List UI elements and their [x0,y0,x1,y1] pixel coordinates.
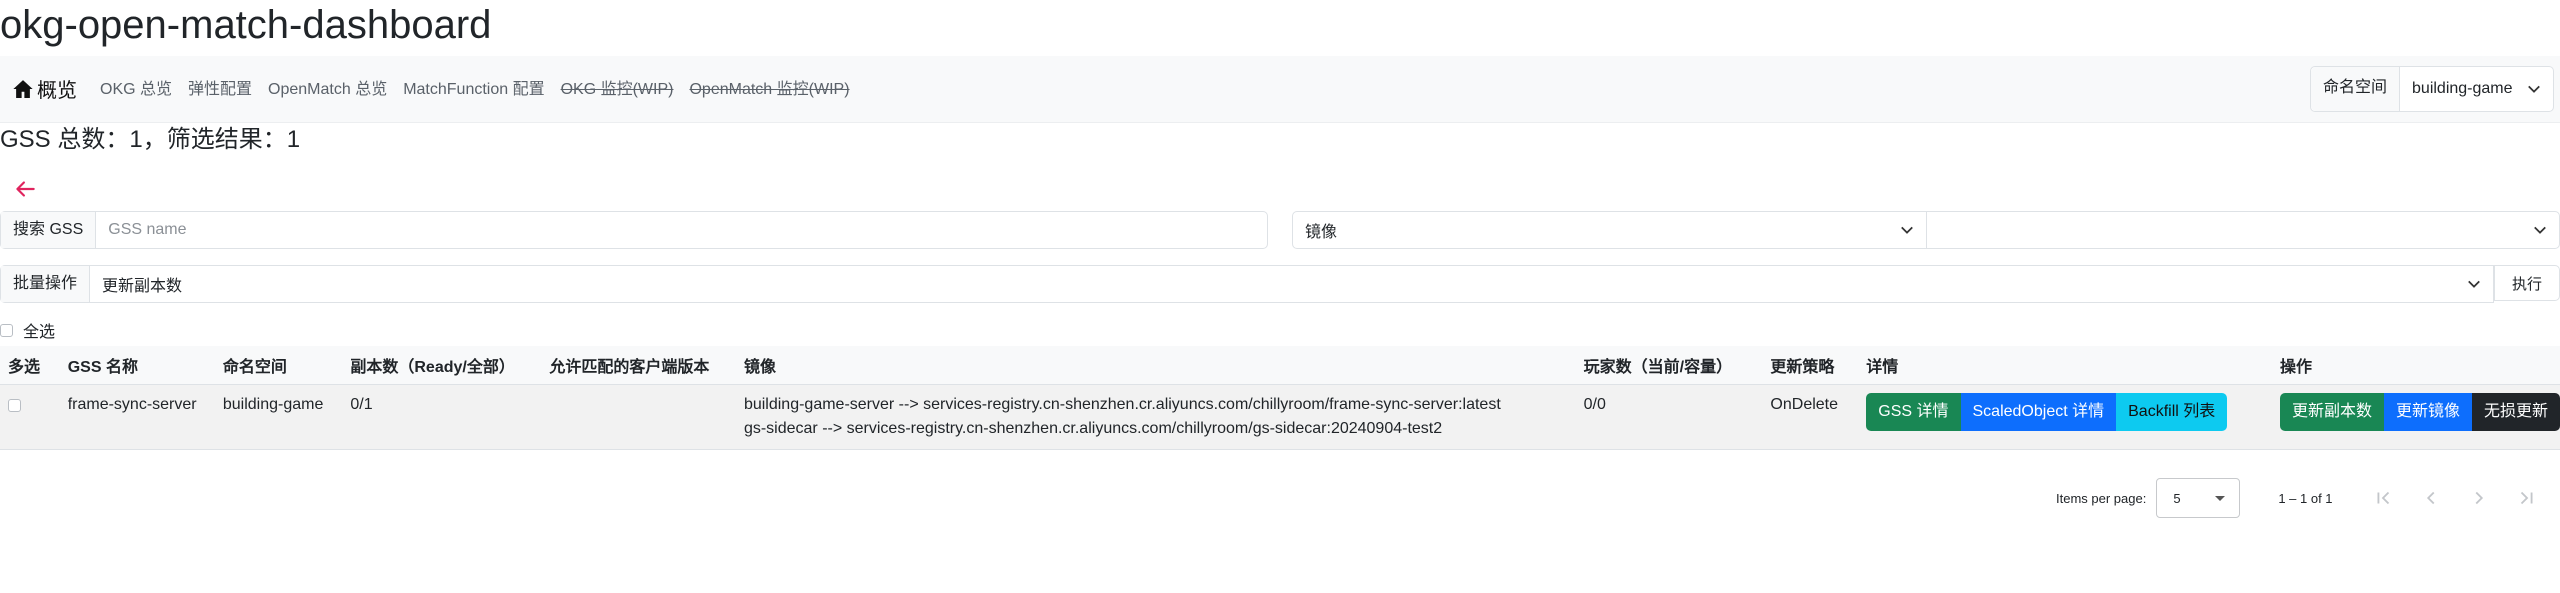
col-gss-name: GSS 名称 [59,346,215,385]
image-line: building-game-server --> services-regist… [743,396,1501,413]
select-all-row: 全选 [0,318,55,342]
nav-links: OKG 总览 弹性配置 OpenMatch 总览 MatchFunction 配… [100,78,866,102]
items-per-page-label: Items per page: [2056,490,2147,506]
col-client-versions: 允许匹配的客户端版本 [541,346,736,385]
search-gss-group: 搜索 GSS [0,211,1268,249]
page-title: okg-open-match-dashboard [0,3,492,47]
top-navbar: 概览 OKG 总览 弹性配置 OpenMatch 总览 MatchFunctio… [0,56,2560,123]
page-size-value: 5 [2173,490,2181,506]
gss-detail-button[interactable]: GSS 详情 [1866,393,1961,431]
col-update-strategy: 更新策略 [1762,346,1859,385]
nav-home[interactable]: 概览 [12,74,77,103]
batch-action-value: 更新副本数 [102,278,183,295]
gss-summary: GSS 总数：1，筛选结果：1 [0,126,301,153]
gss-name-cell: frame-sync-server [59,384,215,450]
nav-matchfunction-config[interactable]: MatchFunction 配置 [403,78,544,102]
previous-page-button[interactable] [2417,484,2445,512]
players-cell: 0/0 [1575,384,1763,450]
col-details: 详情 [1858,346,2272,385]
gss-table: 多选 GSS 名称 命名空间 副本数（Ready/全部） 允许匹配的客户端版本 … [0,346,2560,450]
select-all-checkbox[interactable] [0,323,13,337]
next-page-button[interactable] [2465,484,2493,512]
replicas-cell: 0/1 [342,384,542,450]
update-strategy-cell: OnDelete [1762,384,1859,450]
first-page-icon [2377,491,2389,505]
nav-okg-monitor[interactable]: OKG 监控(WIP) [561,78,674,102]
update-image-button[interactable]: 更新镜像 [2383,393,2472,431]
backfill-list-button[interactable]: Backfill 列表 [2116,393,2228,431]
home-icon [13,79,33,98]
image-line: gs-sidecar --> services-registry.cn-shen… [743,420,1443,437]
dropdown-triangle-icon [2215,495,2226,501]
row-select-cell [0,384,60,450]
row-checkbox[interactable] [8,399,21,412]
chevron-right-icon [2475,491,2483,505]
select-all-label: 全选 [23,324,56,341]
first-page-button[interactable] [2369,484,2397,512]
client-versions-cell [541,384,736,450]
page-range: 1 – 1 of 1 [2278,490,2333,506]
col-players: 玩家数（当前/容量） [1575,346,1763,385]
nav-elastic-config[interactable]: 弹性配置 [188,78,252,102]
col-actions: 操作 [2271,346,2560,385]
last-page-button[interactable] [2513,484,2541,512]
namespace-label: 命名空间 [2311,67,2401,111]
chevron-down-icon [2468,280,2480,288]
nav-home-label: 概览 [37,80,77,102]
execute-button[interactable]: 执行 [2494,265,2560,301]
table-row: frame-sync-server building-game 0/1 buil… [0,384,2560,450]
paginator: Items per page: 5 1 – 1 of 1 [2040,470,2560,526]
actions-cell: 更新副本数 更新镜像 无损更新 [2271,384,2560,450]
details-cell: GSS 详情 ScaledObject 详情 Backfill 列表 [1858,384,2272,450]
batch-action-select[interactable]: 更新副本数 [90,266,2493,302]
search-gss-input[interactable] [96,212,1267,248]
page-navigation [2369,484,2541,512]
details-button-group: GSS 详情 ScaledObject 详情 Backfill 列表 [1866,393,2228,431]
search-gss-label: 搜索 GSS [1,212,97,248]
nav-okg-overview[interactable]: OKG 总览 [100,78,172,102]
nav-openmatch-overview[interactable]: OpenMatch 总览 [268,78,387,102]
col-image: 镜像 [735,346,1576,385]
lossless-update-button[interactable]: 无损更新 [2471,393,2560,431]
col-multiselect: 多选 [0,346,60,385]
namespace-select[interactable]: building-game [2400,67,2553,111]
chevron-down-icon [2534,226,2546,234]
chevron-down-icon [2527,85,2540,93]
chevron-down-icon [1901,226,1913,234]
chevron-left-icon [2426,491,2434,505]
scaledobject-detail-button[interactable]: ScaledObject 详情 [1960,393,2117,431]
back-arrow-icon[interactable] [12,176,38,202]
image-filter-group: 镜像 [1292,211,2560,249]
actions-button-group: 更新副本数 更新镜像 无损更新 [2279,393,2560,431]
namespace-selector: 命名空间 building-game [2310,66,2554,112]
namespace-cell: building-game [214,384,343,450]
batch-operation-label: 批量操作 [1,266,91,302]
image-cell: building-game-server --> services-regist… [735,384,1576,450]
update-replicas-button[interactable]: 更新副本数 [2279,393,2384,431]
col-replicas: 副本数（Ready/全部） [342,346,542,385]
nav-openmatch-monitor[interactable]: OpenMatch 监控(WIP) [689,78,849,102]
image-select[interactable]: 镜像 [1293,212,1927,248]
page-size-select[interactable]: 5 [2156,478,2241,518]
batch-operation-group: 批量操作 更新副本数 [0,265,2494,303]
col-namespace: 命名空间 [214,346,343,385]
namespace-value: building-game [2412,80,2513,97]
last-page-icon [2520,491,2533,505]
image-select-value: 镜像 [1305,224,1338,241]
table-header-row: 多选 GSS 名称 命名空间 副本数（Ready/全部） 允许匹配的客户端版本 … [0,346,2560,385]
image-value-select[interactable] [1927,212,2559,248]
